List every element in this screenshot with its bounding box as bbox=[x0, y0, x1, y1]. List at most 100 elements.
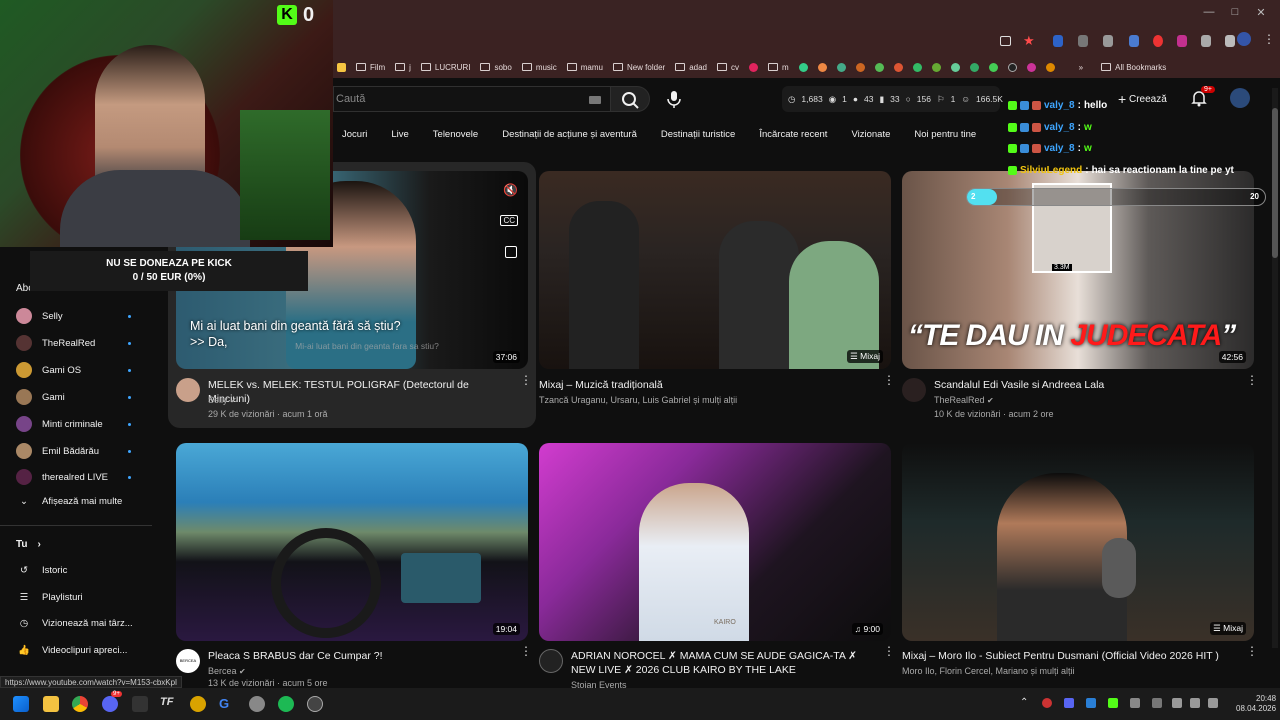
puzzle-icon[interactable] bbox=[1225, 35, 1235, 47]
channel-name[interactable]: Stoian Events bbox=[571, 678, 627, 688]
chip[interactable]: Telenovele bbox=[421, 126, 490, 146]
video-thumbnail[interactable]: KAIRO ♫ 9:00 bbox=[539, 443, 891, 641]
microphone-icon[interactable] bbox=[1172, 698, 1182, 708]
tiktok-icon[interactable] bbox=[1007, 62, 1017, 72]
extension-icon[interactable] bbox=[1078, 35, 1088, 47]
tray-icon[interactable] bbox=[1108, 698, 1118, 708]
bookmark-icon[interactable] bbox=[893, 62, 903, 72]
channel-avatar[interactable] bbox=[539, 649, 563, 673]
bookmark-folder[interactable]: Film bbox=[356, 63, 385, 72]
extension-icon[interactable] bbox=[1201, 35, 1211, 47]
bookmark-folder[interactable]: LUCRURI bbox=[420, 63, 470, 72]
sidebar-item-history[interactable]: ↺ Istoric bbox=[16, 565, 67, 576]
sidebar-item-playlists[interactable]: ☰ Playlisturi bbox=[16, 592, 83, 603]
app-icon[interactable] bbox=[132, 696, 148, 712]
video-title[interactable]: Mixaj – Moro Ilo - Subiect Pentru Dusman… bbox=[902, 649, 1242, 663]
more-options-icon[interactable]: ⋮ bbox=[883, 374, 895, 386]
video-thumbnail[interactable]: 19:04 bbox=[176, 443, 528, 641]
tray-icon[interactable] bbox=[1130, 698, 1140, 708]
network-icon[interactable] bbox=[1190, 698, 1200, 708]
keyboard-icon[interactable] bbox=[589, 96, 601, 104]
search-input[interactable]: Caută bbox=[333, 86, 610, 112]
channel-name[interactable]: Selly ✔ bbox=[208, 393, 237, 408]
chevron-up-icon[interactable]: ⌃ bbox=[1020, 697, 1028, 708]
chrome-icon[interactable] bbox=[72, 696, 88, 712]
app-icon[interactable] bbox=[307, 696, 323, 712]
bookmark-icon[interactable] bbox=[969, 62, 979, 72]
channel-name[interactable]: Moro Ilo, Florin Cercel, Mariano și mulț… bbox=[902, 664, 1075, 678]
tray-icon[interactable] bbox=[1152, 698, 1162, 708]
file-explorer-icon[interactable] bbox=[43, 696, 59, 712]
bookmark-folder[interactable]: cv bbox=[716, 63, 739, 72]
bookmark-folder[interactable]: New folder bbox=[612, 63, 665, 72]
sidebar-item-liked[interactable]: 👍 Videoclipuri apreci... bbox=[16, 645, 127, 656]
bookmark-item[interactable] bbox=[337, 62, 346, 72]
all-bookmarks-folder[interactable]: All Bookmarks bbox=[1101, 63, 1166, 72]
sidebar-item-watch-later[interactable]: ◷ Vizionează mai târz... bbox=[16, 618, 133, 629]
minimize-icon[interactable]: — bbox=[1200, 6, 1218, 22]
tray-icon[interactable] bbox=[1064, 698, 1074, 708]
sidebar-sub-item[interactable]: TheRealRed bbox=[16, 335, 95, 351]
extension-icon[interactable] bbox=[1129, 35, 1139, 47]
bookmark-folder[interactable]: m bbox=[767, 63, 789, 72]
you-header[interactable]: Tu › bbox=[16, 539, 41, 550]
more-options-icon[interactable]: ⋮ bbox=[520, 645, 532, 657]
sidebar-sub-item[interactable]: therealred LIVE bbox=[16, 469, 108, 485]
captions-icon[interactable]: CC bbox=[500, 215, 518, 226]
video-title[interactable]: ADRIAN NOROCEL ✗ MAMA CUM SE AUDE GAGICA… bbox=[571, 649, 877, 677]
channel-avatar[interactable] bbox=[176, 378, 200, 402]
sidebar-sub-item[interactable]: Gami bbox=[16, 389, 65, 405]
star-icon[interactable]: ★ bbox=[1023, 33, 1035, 49]
video-title[interactable]: MELEK vs. MELEK: TESTUL POLIGRAF (Detect… bbox=[208, 378, 512, 406]
bookmark-folder[interactable]: sobo bbox=[480, 63, 512, 72]
sidebar-sub-item[interactable]: Selly bbox=[16, 308, 63, 324]
windows-start-icon[interactable] bbox=[13, 696, 29, 712]
chip[interactable]: Jocuri bbox=[330, 126, 379, 146]
cast-icon[interactable] bbox=[1000, 36, 1011, 46]
bookmark-folder[interactable]: music bbox=[521, 63, 557, 72]
bookmark-icon[interactable] bbox=[836, 62, 846, 72]
bookmark-folder[interactable]: adad bbox=[675, 63, 707, 72]
sidebar-sub-item[interactable]: Gami OS bbox=[16, 362, 81, 378]
app-icon[interactable] bbox=[190, 696, 206, 712]
chip[interactable]: Vizionate bbox=[839, 126, 902, 146]
video-title[interactable]: Mixaj – Muzică tradițională bbox=[539, 378, 869, 392]
more-options-icon[interactable]: ⋮ bbox=[1246, 645, 1258, 657]
bookmark-icon[interactable] bbox=[798, 62, 808, 72]
tray-icon[interactable] bbox=[1042, 698, 1052, 708]
show-more-button[interactable]: ⌄ Afișează mai multe bbox=[16, 496, 122, 507]
bluetooth-icon[interactable] bbox=[1086, 698, 1096, 708]
channel-name[interactable]: TheRealRed ✔ bbox=[934, 393, 994, 408]
chevron-right-icon[interactable]: » bbox=[1079, 63, 1083, 72]
search-button[interactable] bbox=[610, 86, 650, 112]
chip[interactable]: Noi pentru tine bbox=[902, 126, 988, 146]
bookmark-icon[interactable] bbox=[874, 62, 884, 72]
more-options-icon[interactable]: ⋮ bbox=[520, 374, 532, 386]
bookmark-icon[interactable] bbox=[855, 62, 865, 72]
chip[interactable]: Destinații de acțiune și aventură bbox=[490, 126, 649, 146]
bookmark-icon[interactable] bbox=[931, 62, 941, 72]
spotify-icon[interactable] bbox=[278, 696, 294, 712]
bookmark-folder[interactable]: j bbox=[395, 63, 411, 72]
more-options-icon[interactable]: ⋮ bbox=[1246, 374, 1258, 386]
cart-icon[interactable] bbox=[1045, 62, 1055, 72]
extension-icon[interactable] bbox=[1053, 35, 1063, 47]
chip[interactable]: Destinații turistice bbox=[649, 126, 747, 146]
volume-icon[interactable] bbox=[1208, 698, 1218, 708]
extension-icon[interactable] bbox=[1103, 35, 1113, 47]
taskbar-clock[interactable]: 20:48 08.04.2026 bbox=[1236, 694, 1276, 714]
bookmark-icon[interactable] bbox=[817, 62, 827, 72]
bookmark-item[interactable] bbox=[748, 62, 758, 72]
pip-icon[interactable] bbox=[505, 246, 517, 258]
close-icon[interactable]: ✕ bbox=[1252, 6, 1270, 22]
bookmark-icon[interactable] bbox=[950, 62, 960, 72]
extension-icon[interactable] bbox=[1153, 35, 1163, 47]
mute-icon[interactable]: 🔇 bbox=[503, 183, 518, 197]
video-title[interactable]: Pleaca S BRABUS dar Ce Cumpar ?! bbox=[208, 649, 508, 663]
voice-search-button[interactable] bbox=[662, 88, 686, 110]
sidebar-sub-item[interactable]: Emil Bădărău bbox=[16, 443, 99, 459]
channel-avatar[interactable] bbox=[902, 378, 926, 402]
video-title[interactable]: Scandalul Edi Vasile si Andreea Lala bbox=[934, 378, 1234, 392]
bookmark-icon[interactable] bbox=[1026, 62, 1036, 72]
app-icon[interactable]: TF bbox=[160, 696, 176, 712]
